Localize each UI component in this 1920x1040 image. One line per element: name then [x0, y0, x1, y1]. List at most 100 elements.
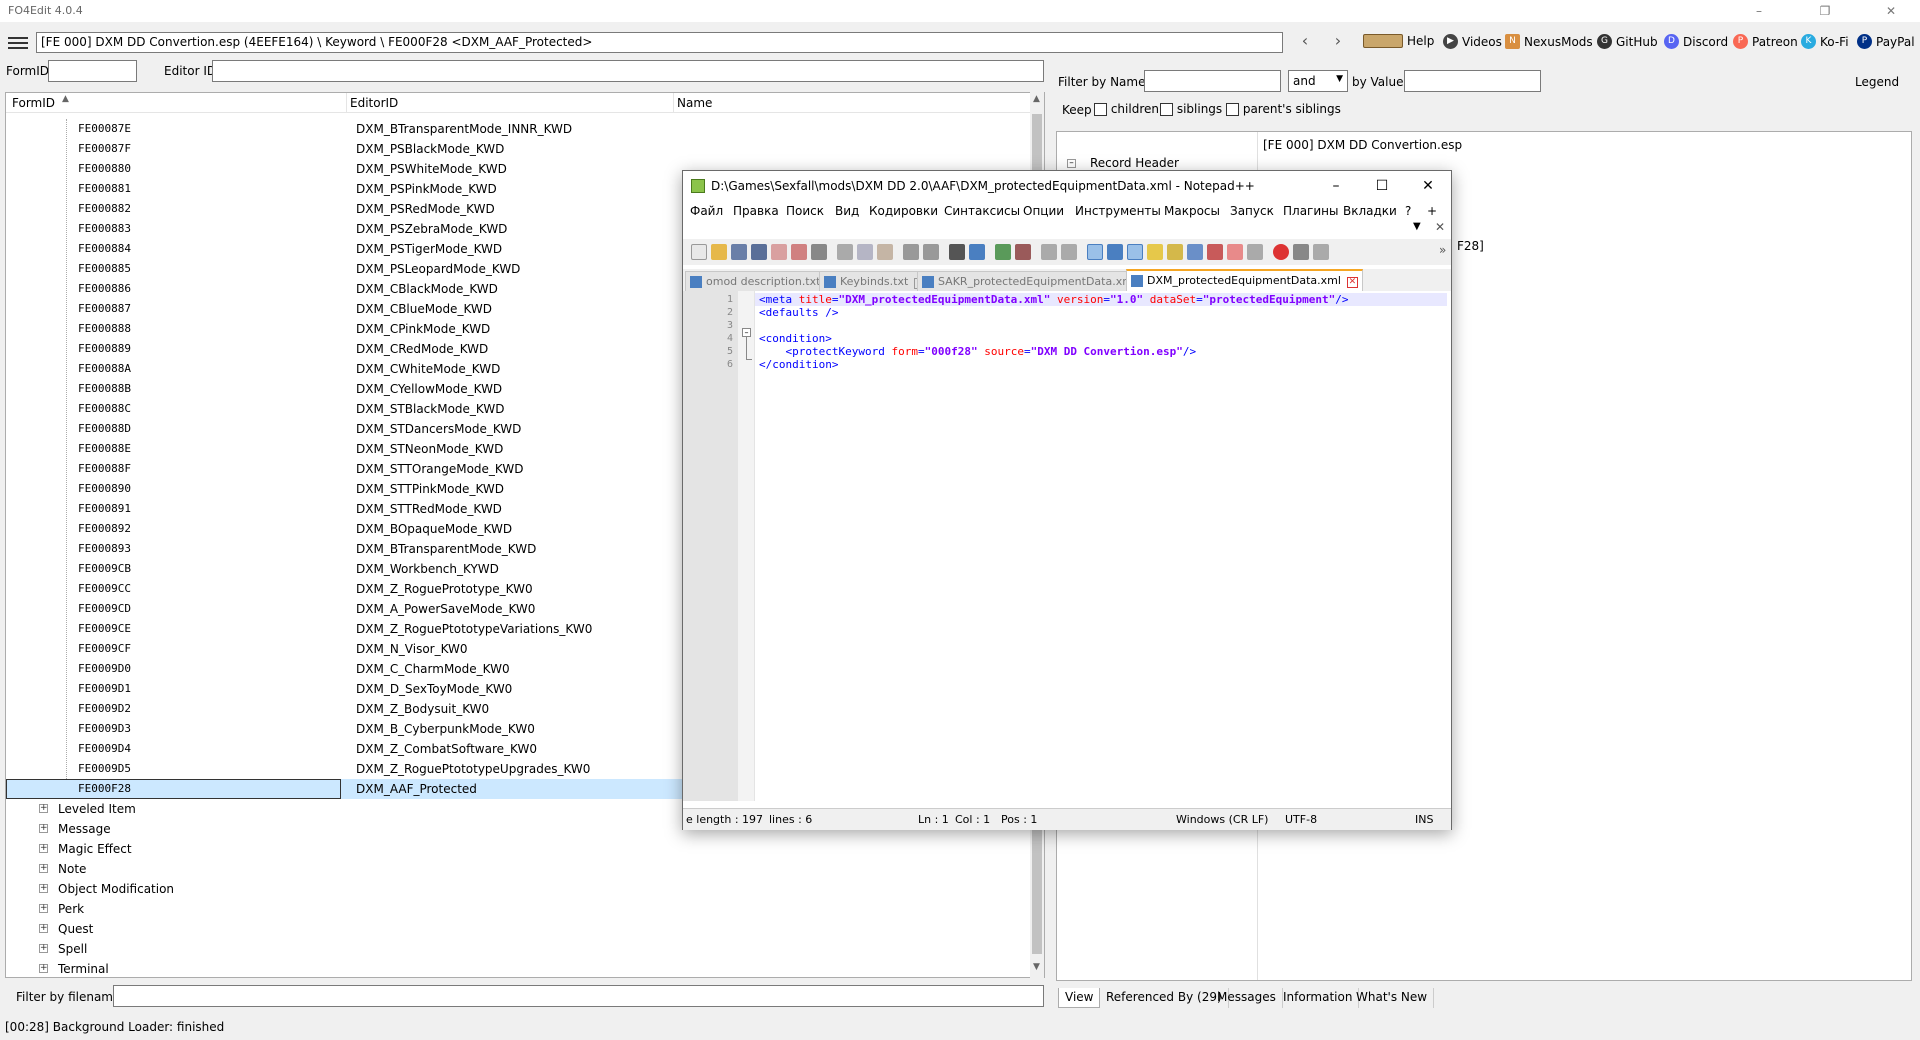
videos-link[interactable]: ▶ Videos — [1443, 34, 1502, 49]
stop-macro-icon[interactable] — [1293, 244, 1309, 260]
expand-icon[interactable]: + — [39, 904, 48, 913]
minimize-button[interactable]: – — [1736, 0, 1782, 22]
help-link[interactable]: Help — [1363, 34, 1434, 48]
function-list-icon[interactable] — [1187, 244, 1203, 260]
menu-search[interactable]: Поиск — [786, 204, 824, 218]
editorid-filter-input[interactable] — [212, 60, 1044, 82]
zoom-in-icon[interactable] — [995, 244, 1011, 260]
expand-icon[interactable]: + — [39, 844, 48, 853]
paypal-link[interactable]: P PayPal — [1857, 34, 1915, 49]
menu-view[interactable]: Вид — [835, 204, 859, 218]
menu-edit[interactable]: Правка — [733, 204, 779, 218]
tree-group-node[interactable]: + Object Modification — [6, 879, 1029, 899]
record-macro-icon[interactable] — [1273, 244, 1289, 260]
filename-filter-input[interactable] — [113, 985, 1044, 1007]
undo-icon[interactable] — [903, 244, 919, 260]
keep-children-checkbox[interactable]: children — [1094, 102, 1159, 116]
close-all-icon[interactable] — [791, 244, 807, 260]
cut-icon[interactable] — [837, 244, 853, 260]
tab-keybinds[interactable]: Keybinds.txt✕ — [819, 271, 931, 291]
menu-plugins[interactable]: Плагины — [1283, 204, 1338, 218]
record-header-node[interactable]: Record Header — [1090, 156, 1179, 170]
menu-window[interactable]: Вкладки — [1343, 204, 1397, 218]
kofi-link[interactable]: K Ko-Fi — [1801, 34, 1849, 49]
menu-run[interactable]: Запуск — [1230, 204, 1274, 218]
monitoring-icon[interactable] — [1247, 244, 1263, 260]
scroll-down-icon[interactable]: ▼ — [1033, 962, 1040, 972]
menu-language[interactable]: Синтаксисы — [944, 204, 1020, 218]
tab-dxm-protected[interactable]: DXM_protectedEquipmentData.xml ✕ — [1126, 269, 1363, 291]
table-row[interactable]: FE00087F DXM_PSBlackMode_KWD — [6, 139, 1029, 159]
menu-help[interactable]: ? — [1405, 204, 1411, 218]
word-wrap-icon[interactable] — [1087, 244, 1103, 260]
tree-group-node[interactable]: + Quest — [6, 919, 1029, 939]
filter-value-input[interactable] — [1404, 70, 1541, 92]
tab-view[interactable]: View — [1058, 988, 1101, 1008]
expand-icon[interactable]: + — [39, 964, 48, 973]
close-tab-icon[interactable]: ✕ — [1435, 220, 1445, 234]
show-all-chars-icon[interactable] — [1107, 244, 1123, 260]
keep-parents-siblings-checkbox[interactable]: parent's siblings — [1226, 102, 1341, 116]
menu-plus[interactable]: + — [1427, 204, 1437, 218]
collapse-icon[interactable]: – — [1067, 159, 1076, 168]
close-file-icon[interactable] — [771, 244, 787, 260]
fold-toggle-icon[interactable]: – — [742, 328, 751, 337]
keep-siblings-checkbox[interactable]: siblings — [1160, 102, 1222, 116]
tree-group-node[interactable]: + Terminal — [6, 959, 1029, 977]
hamburger-menu-icon[interactable] — [8, 34, 28, 50]
expand-icon[interactable]: + — [39, 924, 48, 933]
menu-settings[interactable]: Опции — [1023, 204, 1064, 218]
print-icon[interactable] — [811, 244, 827, 260]
back-arrow-icon[interactable]: ‹ — [1295, 32, 1315, 52]
nexusmods-link[interactable]: N NexusMods — [1505, 34, 1593, 49]
indent-guide-icon[interactable] — [1127, 244, 1143, 260]
save-all-icon[interactable] — [751, 244, 767, 260]
formid-column-header[interactable]: FormID — [12, 96, 55, 110]
menu-macro[interactable]: Макросы — [1164, 204, 1220, 218]
tree-group-node[interactable]: + Magic Effect — [6, 839, 1029, 859]
editorid-column-header[interactable]: EditorID — [350, 96, 398, 110]
toolbar-overflow-icon[interactable]: » — [1439, 243, 1446, 257]
tree-group-node[interactable]: + Spell — [6, 939, 1029, 959]
tab-whats-new[interactable]: What's New — [1350, 988, 1435, 1008]
menu-tools[interactable]: Инструменты — [1075, 204, 1161, 218]
sync-vertical-icon[interactable] — [1041, 244, 1057, 260]
tab-information[interactable]: Information — [1277, 988, 1360, 1008]
legend-link[interactable]: Legend — [1855, 75, 1899, 89]
play-macro-icon[interactable] — [1313, 244, 1329, 260]
close-button[interactable]: ✕ — [1868, 0, 1914, 22]
expand-icon[interactable]: + — [39, 884, 48, 893]
zoom-out-icon[interactable] — [1015, 244, 1031, 260]
open-file-icon[interactable] — [711, 244, 727, 260]
tab-sakr-protected[interactable]: SAKR_protectedEquipmentData.xml✕ — [917, 271, 1159, 291]
menu-file[interactable]: Файл — [690, 204, 723, 218]
formid-filter-input[interactable] — [48, 60, 137, 82]
npp-close-button[interactable]: ✕ — [1405, 171, 1451, 201]
filter-name-input[interactable] — [1144, 70, 1281, 92]
forward-arrow-icon[interactable]: › — [1328, 32, 1348, 52]
redo-icon[interactable] — [923, 244, 939, 260]
github-link[interactable]: G GitHub — [1597, 34, 1658, 49]
expand-icon[interactable]: + — [39, 804, 48, 813]
npp-maximize-button[interactable]: ☐ — [1359, 171, 1405, 201]
npp-minimize-button[interactable]: – — [1313, 171, 1359, 201]
record-path-field[interactable]: [FE 000] DXM DD Convertion.esp (4EEFE164… — [36, 32, 1283, 53]
tab-messages[interactable]: Messages — [1211, 988, 1283, 1008]
folder-workspace-icon[interactable] — [1207, 244, 1223, 260]
and-or-select[interactable]: and ▼ — [1288, 70, 1348, 92]
tab-referenced-by[interactable]: Referenced By (29) — [1100, 988, 1229, 1008]
tree-group-node[interactable]: + Note — [6, 859, 1029, 879]
dropdown-triangle-icon[interactable]: ▼ — [1413, 221, 1421, 232]
save-icon[interactable] — [731, 244, 747, 260]
copy-icon[interactable] — [857, 244, 873, 260]
doc-map-icon[interactable] — [1167, 244, 1183, 260]
doc-list-icon[interactable] — [1227, 244, 1243, 260]
replace-icon[interactable] — [969, 244, 985, 260]
close-tab-icon[interactable]: ✕ — [1346, 277, 1358, 288]
menu-encoding[interactable]: Кодировки — [869, 204, 938, 218]
udl-icon[interactable] — [1147, 244, 1163, 260]
scroll-up-icon[interactable]: ▲ — [1033, 94, 1040, 104]
find-icon[interactable] — [949, 244, 965, 260]
tree-group-node[interactable]: + Perk — [6, 899, 1029, 919]
sync-horizontal-icon[interactable] — [1061, 244, 1077, 260]
